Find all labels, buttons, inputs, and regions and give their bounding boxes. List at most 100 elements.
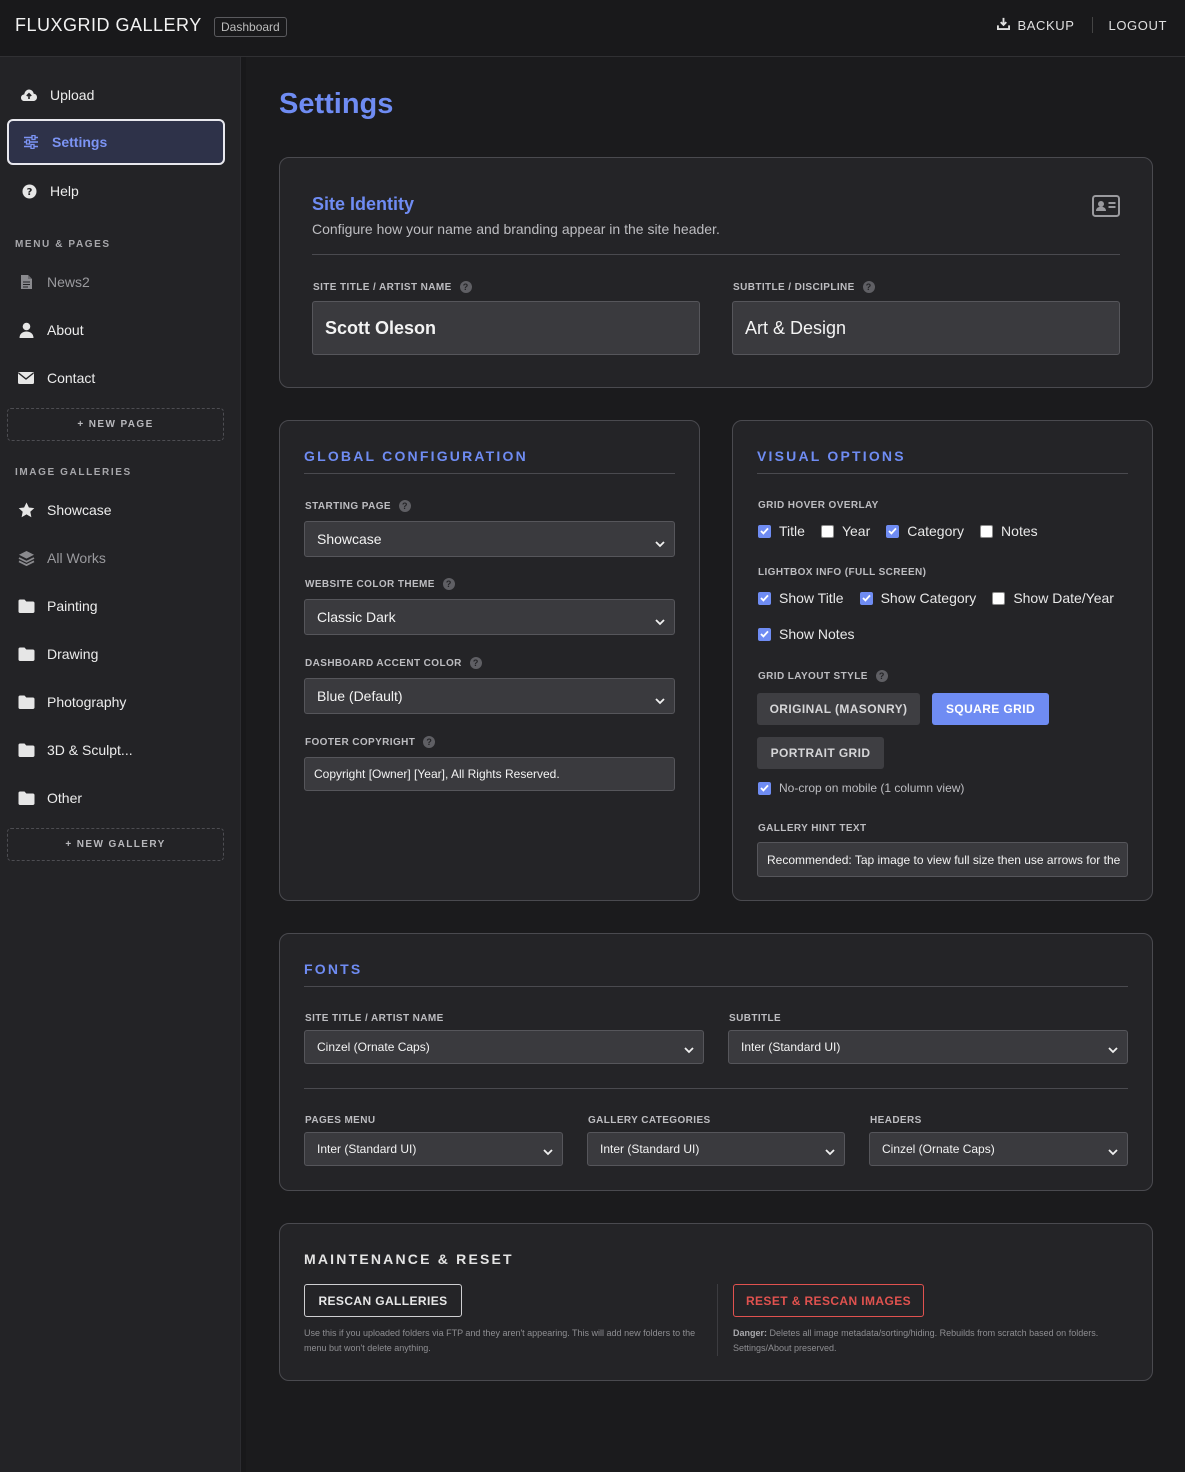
global-config-title: GLOBAL CONFIGURATION	[304, 448, 528, 464]
divider	[304, 986, 1128, 987]
grid-layout-label: GRID LAYOUT STYLE ?	[758, 670, 888, 682]
select-value: Cinzel (Ornate Caps)	[882, 1142, 995, 1156]
select-value: Cinzel (Ornate Caps)	[317, 1040, 430, 1054]
color-theme-label-text: WEBSITE COLOR THEME	[305, 578, 435, 590]
checkbox-checked[interactable]	[758, 591, 771, 605]
layout-original-button[interactable]: ORIGINAL (MASONRY)	[757, 693, 920, 725]
checkbox-unchecked[interactable]	[992, 591, 1006, 605]
checkbox-unchecked[interactable]	[980, 524, 994, 538]
sidebar-item-label: About	[47, 322, 84, 338]
checkbox-checked[interactable]	[886, 524, 900, 538]
sidebar-item-settings[interactable]: Settings	[7, 119, 225, 165]
font-gallery-categories-select[interactable]: Inter (Standard UI)	[587, 1132, 845, 1166]
user-icon	[17, 321, 35, 339]
checkbox-checked[interactable]	[758, 627, 771, 641]
font-subtitle-select[interactable]: Inter (Standard UI)	[728, 1030, 1128, 1064]
sidebar-item-showcase[interactable]: Showcase	[4, 487, 222, 533]
sidebar-item-upload[interactable]: Upload	[7, 72, 225, 118]
checkbox-checked[interactable]	[859, 591, 873, 605]
new-gallery-button[interactable]: + NEW GALLERY	[7, 828, 224, 861]
sidebar-item-3d-sculpture[interactable]: 3D & Sculpt...	[4, 727, 222, 773]
chevron-down-icon	[684, 1043, 694, 1057]
sidebar-item-label: Photography	[47, 694, 127, 710]
global-config-card: GLOBAL CONFIGURATION STARTING PAGE ? Sho…	[279, 420, 700, 901]
sidebar-item-photography[interactable]: Photography	[4, 679, 222, 725]
help-icon[interactable]: ?	[459, 281, 472, 293]
checkbox-checked[interactable]	[758, 524, 771, 538]
sidebar-item-all-works[interactable]: All Works	[4, 535, 222, 581]
help-icon[interactable]: ?	[442, 578, 455, 590]
footer-copyright-input[interactable]: Copyright [Owner] [Year], All Rights Res…	[304, 757, 675, 791]
lightbox-date-option[interactable]: Show Date/Year	[992, 590, 1114, 606]
option-label: Show Notes	[779, 626, 855, 642]
color-theme-select[interactable]: Classic Dark	[304, 599, 675, 635]
sidebar-item-news2[interactable]: News2	[4, 259, 222, 305]
select-value: Inter (Standard UI)	[741, 1040, 841, 1054]
divider	[304, 473, 675, 474]
hover-category-option[interactable]: Category	[886, 523, 964, 539]
option-label: Show Title	[779, 590, 844, 606]
lightbox-info-options: Show Title Show Category Show Date/Year	[758, 590, 1130, 606]
sidebar-item-label: Painting	[47, 598, 98, 614]
lightbox-category-option[interactable]: Show Category	[859, 590, 976, 606]
checkbox-unchecked[interactable]	[820, 524, 834, 538]
lightbox-title-option[interactable]: Show Title	[758, 590, 844, 606]
starting-page-label: STARTING PAGE ?	[305, 500, 411, 512]
visual-options-card: VISUAL OPTIONS GRID HOVER OVERLAY Title …	[732, 420, 1153, 901]
star-icon	[17, 501, 35, 519]
font-gallery-categories-label: GALLERY CATEGORIES	[588, 1115, 711, 1126]
sidebar-item-about[interactable]: About	[4, 307, 222, 353]
help-icon[interactable]: ?	[423, 736, 436, 748]
help-icon[interactable]: ?	[862, 281, 875, 293]
font-headers-label: HEADERS	[870, 1115, 922, 1126]
option-label: Title	[779, 523, 805, 539]
sidebar-item-help[interactable]: ? Help	[7, 168, 225, 214]
rescan-note: Use this if you uploaded folders via FTP…	[304, 1328, 696, 1353]
lightbox-notes-option[interactable]: Show Notes	[758, 626, 854, 642]
hover-notes-option[interactable]: Notes	[980, 523, 1038, 539]
help-icon[interactable]: ?	[398, 500, 411, 512]
help-icon[interactable]: ?	[469, 657, 482, 669]
reset-rescan-button[interactable]: RESET & RESCAN IMAGES	[733, 1284, 924, 1317]
font-pages-menu-select[interactable]: Inter (Standard UI)	[304, 1132, 563, 1166]
galleries-section-label: IMAGE GALLERIES	[15, 467, 132, 478]
no-crop-option[interactable]: No-crop on mobile (1 column view)	[758, 781, 964, 795]
font-site-title-select[interactable]: Cinzel (Ornate Caps)	[304, 1030, 704, 1064]
sidebar-item-drawing[interactable]: Drawing	[4, 631, 222, 677]
page-title: Settings	[279, 88, 394, 120]
top-bar: FLUXGRID GALLERY Dashboard BACKUP LOGOUT	[0, 0, 1185, 57]
reset-note-text: Deletes all image metadata/sorting/hidin…	[733, 1328, 1099, 1353]
sidebar-item-other[interactable]: Other	[4, 775, 222, 821]
sidebar-item-label: Settings	[52, 134, 108, 150]
select-value: Inter (Standard UI)	[600, 1142, 700, 1156]
option-label: Year	[841, 523, 871, 539]
hover-title-option[interactable]: Title	[758, 523, 805, 539]
rescan-galleries-button[interactable]: RESCAN GALLERIES	[304, 1284, 462, 1317]
backup-button[interactable]: BACKUP	[997, 17, 1074, 33]
subtitle-input[interactable]: Art & Design	[732, 301, 1120, 355]
divider	[312, 254, 1120, 255]
sidebar-item-contact[interactable]: Contact	[4, 355, 222, 401]
folder-icon	[17, 693, 35, 711]
starting-page-select[interactable]: Showcase	[304, 521, 675, 557]
logout-button[interactable]: LOGOUT	[1109, 18, 1168, 33]
font-site-title-label: SITE TITLE / ARTIST NAME	[305, 1013, 444, 1024]
accent-color-select[interactable]: Blue (Default)	[304, 678, 675, 714]
select-value: Classic Dark	[317, 609, 396, 625]
gallery-hint-input[interactable]: Recommended: Tap image to view full size…	[757, 842, 1128, 877]
font-headers-select[interactable]: Cinzel (Ornate Caps)	[869, 1132, 1128, 1166]
layout-portrait-button[interactable]: PORTRAIT GRID	[757, 737, 884, 769]
layout-square-button[interactable]: SQUARE GRID	[932, 693, 1049, 725]
visual-options-title: VISUAL OPTIONS	[757, 448, 906, 464]
hover-year-option[interactable]: Year	[820, 523, 871, 539]
sidebar-item-painting[interactable]: Painting	[4, 583, 222, 629]
checkbox-checked[interactable]	[758, 781, 771, 795]
font-subtitle-label: SUBTITLE	[729, 1013, 782, 1024]
help-icon[interactable]: ?	[875, 670, 888, 682]
svg-text:?: ?	[26, 187, 32, 198]
new-page-button[interactable]: + NEW PAGE	[7, 408, 224, 441]
brand-title: FLUXGRID GALLERY	[15, 15, 202, 35]
chevron-down-icon	[543, 1145, 553, 1159]
site-title-input[interactable]: Scott Oleson	[312, 301, 700, 355]
option-label: Notes	[1001, 523, 1038, 539]
